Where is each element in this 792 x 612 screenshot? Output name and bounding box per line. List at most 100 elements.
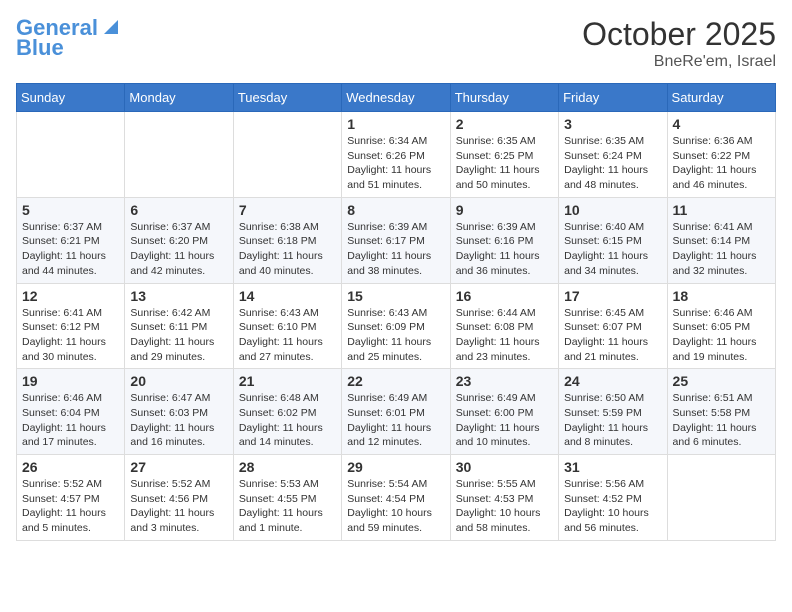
weekday-header: Wednesday — [342, 84, 450, 112]
calendar-cell: 5 Sunrise: 6:37 AM Sunset: 6:21 PM Daylig… — [17, 197, 125, 283]
day-number: 25 — [673, 373, 770, 389]
calendar-cell — [667, 455, 775, 541]
calendar-cell: 11Sunrise: 6:41 AM Sunset: 6:14 PM Dayli… — [667, 197, 775, 283]
weekday-header-row: SundayMondayTuesdayWednesdayThursdayFrid… — [17, 84, 776, 112]
day-number: 30 — [456, 459, 553, 475]
logo-icon — [100, 16, 118, 34]
calendar-week-row: 19 Sunrise: 6:46 AM Sunset: 6:04 PM Dayli… — [17, 369, 776, 455]
calendar-cell: 27Sunrise: 5:52 AM Sunset: 4:56 PM Dayli… — [125, 455, 233, 541]
weekday-header: Monday — [125, 84, 233, 112]
calendar-cell: 3 Sunrise: 6:35 AM Sunset: 6:24 PM Daylig… — [559, 112, 667, 198]
day-number: 8 — [347, 202, 444, 218]
calendar-cell: 6 Sunrise: 6:37 AM Sunset: 6:20 PM Daylig… — [125, 197, 233, 283]
day-info: Sunrise: 6:47 AM Sunset: 6:03 PM Dayligh… — [130, 391, 227, 450]
calendar-cell: 19 Sunrise: 6:46 AM Sunset: 6:04 PM Dayli… — [17, 369, 125, 455]
calendar-cell: 16 Sunrise: 6:44 AM Sunset: 6:08 PM Dayli… — [450, 283, 558, 369]
calendar-cell — [17, 112, 125, 198]
day-number: 16 — [456, 288, 553, 304]
day-info: Sunrise: 6:41 AM Sunset: 6:12 PM Dayligh… — [22, 306, 119, 365]
month-title: October 2025 — [582, 16, 776, 53]
day-info: Sunrise: 6:45 AM Sunset: 6:07 PM Dayligh… — [564, 306, 661, 365]
calendar-cell: 23 Sunrise: 6:49 AM Sunset: 6:00 PM Dayli… — [450, 369, 558, 455]
day-info: Sunrise: 6:43 AM Sunset: 6:09 PM Dayligh… — [347, 306, 444, 365]
day-info: Sunrise: 6:34 AM Sunset: 6:26 PM Dayligh… — [347, 134, 444, 193]
calendar-cell: 18 Sunrise: 6:46 AM Sunset: 6:05 PM Dayli… — [667, 283, 775, 369]
day-info: Sunrise: 6:46 AM Sunset: 6:04 PM Dayligh… — [22, 391, 119, 450]
day-info: Sunrise: 6:49 AM Sunset: 6:01 PM Dayligh… — [347, 391, 444, 450]
calendar-cell: 15Sunrise: 6:43 AM Sunset: 6:09 PM Dayli… — [342, 283, 450, 369]
day-info: Sunrise: 6:41 AM Sunset: 6:14 PM Dayligh… — [673, 220, 770, 279]
calendar-cell: 24 Sunrise: 6:50 AM Sunset: 5:59 PM Dayli… — [559, 369, 667, 455]
day-info: Sunrise: 6:50 AM Sunset: 5:59 PM Dayligh… — [564, 391, 661, 450]
day-number: 7 — [239, 202, 336, 218]
calendar-table: SundayMondayTuesdayWednesdayThursdayFrid… — [16, 83, 776, 541]
title-block: October 2025 BneRe'em, Israel — [582, 16, 776, 71]
day-number: 24 — [564, 373, 661, 389]
day-info: Sunrise: 6:42 AM Sunset: 6:11 PM Dayligh… — [130, 306, 227, 365]
day-info: Sunrise: 6:40 AM Sunset: 6:15 PM Dayligh… — [564, 220, 661, 279]
location: BneRe'em, Israel — [582, 53, 776, 71]
day-number: 21 — [239, 373, 336, 389]
day-info: Sunrise: 6:46 AM Sunset: 6:05 PM Dayligh… — [673, 306, 770, 365]
calendar-cell: 21 Sunrise: 6:48 AM Sunset: 6:02 PM Dayli… — [233, 369, 341, 455]
calendar-cell: 31 Sunrise: 5:56 AM Sunset: 4:52 PM Dayli… — [559, 455, 667, 541]
calendar-cell: 4 Sunrise: 6:36 AM Sunset: 6:22 PM Daylig… — [667, 112, 775, 198]
day-number: 10 — [564, 202, 661, 218]
calendar-week-row: 1 Sunrise: 6:34 AM Sunset: 6:26 PM Daylig… — [17, 112, 776, 198]
day-info: Sunrise: 6:49 AM Sunset: 6:00 PM Dayligh… — [456, 391, 553, 450]
calendar-week-row: 26Sunrise: 5:52 AM Sunset: 4:57 PM Dayli… — [17, 455, 776, 541]
day-number: 4 — [673, 116, 770, 132]
day-number: 17 — [564, 288, 661, 304]
day-info: Sunrise: 6:48 AM Sunset: 6:02 PM Dayligh… — [239, 391, 336, 450]
day-info: Sunrise: 6:35 AM Sunset: 6:25 PM Dayligh… — [456, 134, 553, 193]
day-number: 6 — [130, 202, 227, 218]
day-number: 3 — [564, 116, 661, 132]
day-info: Sunrise: 6:44 AM Sunset: 6:08 PM Dayligh… — [456, 306, 553, 365]
calendar-cell: 20 Sunrise: 6:47 AM Sunset: 6:03 PM Dayli… — [125, 369, 233, 455]
calendar-cell: 13 Sunrise: 6:42 AM Sunset: 6:11 PM Dayli… — [125, 283, 233, 369]
day-number: 20 — [130, 373, 227, 389]
day-number: 18 — [673, 288, 770, 304]
weekday-header: Thursday — [450, 84, 558, 112]
day-info: Sunrise: 5:56 AM Sunset: 4:52 PM Dayligh… — [564, 477, 661, 536]
day-number: 9 — [456, 202, 553, 218]
day-info: Sunrise: 6:38 AM Sunset: 6:18 PM Dayligh… — [239, 220, 336, 279]
day-info: Sunrise: 5:52 AM Sunset: 4:57 PM Dayligh… — [22, 477, 119, 536]
weekday-header: Tuesday — [233, 84, 341, 112]
logo-text-blue: Blue — [16, 36, 64, 60]
day-info: Sunrise: 6:36 AM Sunset: 6:22 PM Dayligh… — [673, 134, 770, 193]
calendar-cell: 7 Sunrise: 6:38 AM Sunset: 6:18 PM Daylig… — [233, 197, 341, 283]
day-info: Sunrise: 6:37 AM Sunset: 6:21 PM Dayligh… — [22, 220, 119, 279]
page-header: General Blue October 2025 BneRe'em, Isra… — [16, 16, 776, 71]
logo: General Blue — [16, 16, 118, 60]
day-number: 29 — [347, 459, 444, 475]
day-number: 19 — [22, 373, 119, 389]
day-number: 1 — [347, 116, 444, 132]
weekday-header: Sunday — [17, 84, 125, 112]
day-info: Sunrise: 5:54 AM Sunset: 4:54 PM Dayligh… — [347, 477, 444, 536]
calendar-week-row: 5 Sunrise: 6:37 AM Sunset: 6:21 PM Daylig… — [17, 197, 776, 283]
weekday-header: Friday — [559, 84, 667, 112]
calendar-cell: 10 Sunrise: 6:40 AM Sunset: 6:15 PM Dayli… — [559, 197, 667, 283]
day-info: Sunrise: 6:35 AM Sunset: 6:24 PM Dayligh… — [564, 134, 661, 193]
day-number: 23 — [456, 373, 553, 389]
day-info: Sunrise: 6:39 AM Sunset: 6:17 PM Dayligh… — [347, 220, 444, 279]
day-number: 22 — [347, 373, 444, 389]
day-number: 31 — [564, 459, 661, 475]
day-info: Sunrise: 6:51 AM Sunset: 5:58 PM Dayligh… — [673, 391, 770, 450]
day-number: 5 — [22, 202, 119, 218]
calendar-cell: 22 Sunrise: 6:49 AM Sunset: 6:01 PM Dayli… — [342, 369, 450, 455]
weekday-header: Saturday — [667, 84, 775, 112]
calendar-cell: 1 Sunrise: 6:34 AM Sunset: 6:26 PM Daylig… — [342, 112, 450, 198]
calendar-cell — [233, 112, 341, 198]
day-number: 27 — [130, 459, 227, 475]
calendar-cell: 12 Sunrise: 6:41 AM Sunset: 6:12 PM Dayli… — [17, 283, 125, 369]
day-number: 12 — [22, 288, 119, 304]
calendar-cell: 30Sunrise: 5:55 AM Sunset: 4:53 PM Dayli… — [450, 455, 558, 541]
day-info: Sunrise: 5:53 AM Sunset: 4:55 PM Dayligh… — [239, 477, 336, 536]
calendar-cell: 14Sunrise: 6:43 AM Sunset: 6:10 PM Dayli… — [233, 283, 341, 369]
day-info: Sunrise: 6:43 AM Sunset: 6:10 PM Dayligh… — [239, 306, 336, 365]
day-info: Sunrise: 6:37 AM Sunset: 6:20 PM Dayligh… — [130, 220, 227, 279]
calendar-cell: 25 Sunrise: 6:51 AM Sunset: 5:58 PM Dayli… — [667, 369, 775, 455]
day-number: 13 — [130, 288, 227, 304]
